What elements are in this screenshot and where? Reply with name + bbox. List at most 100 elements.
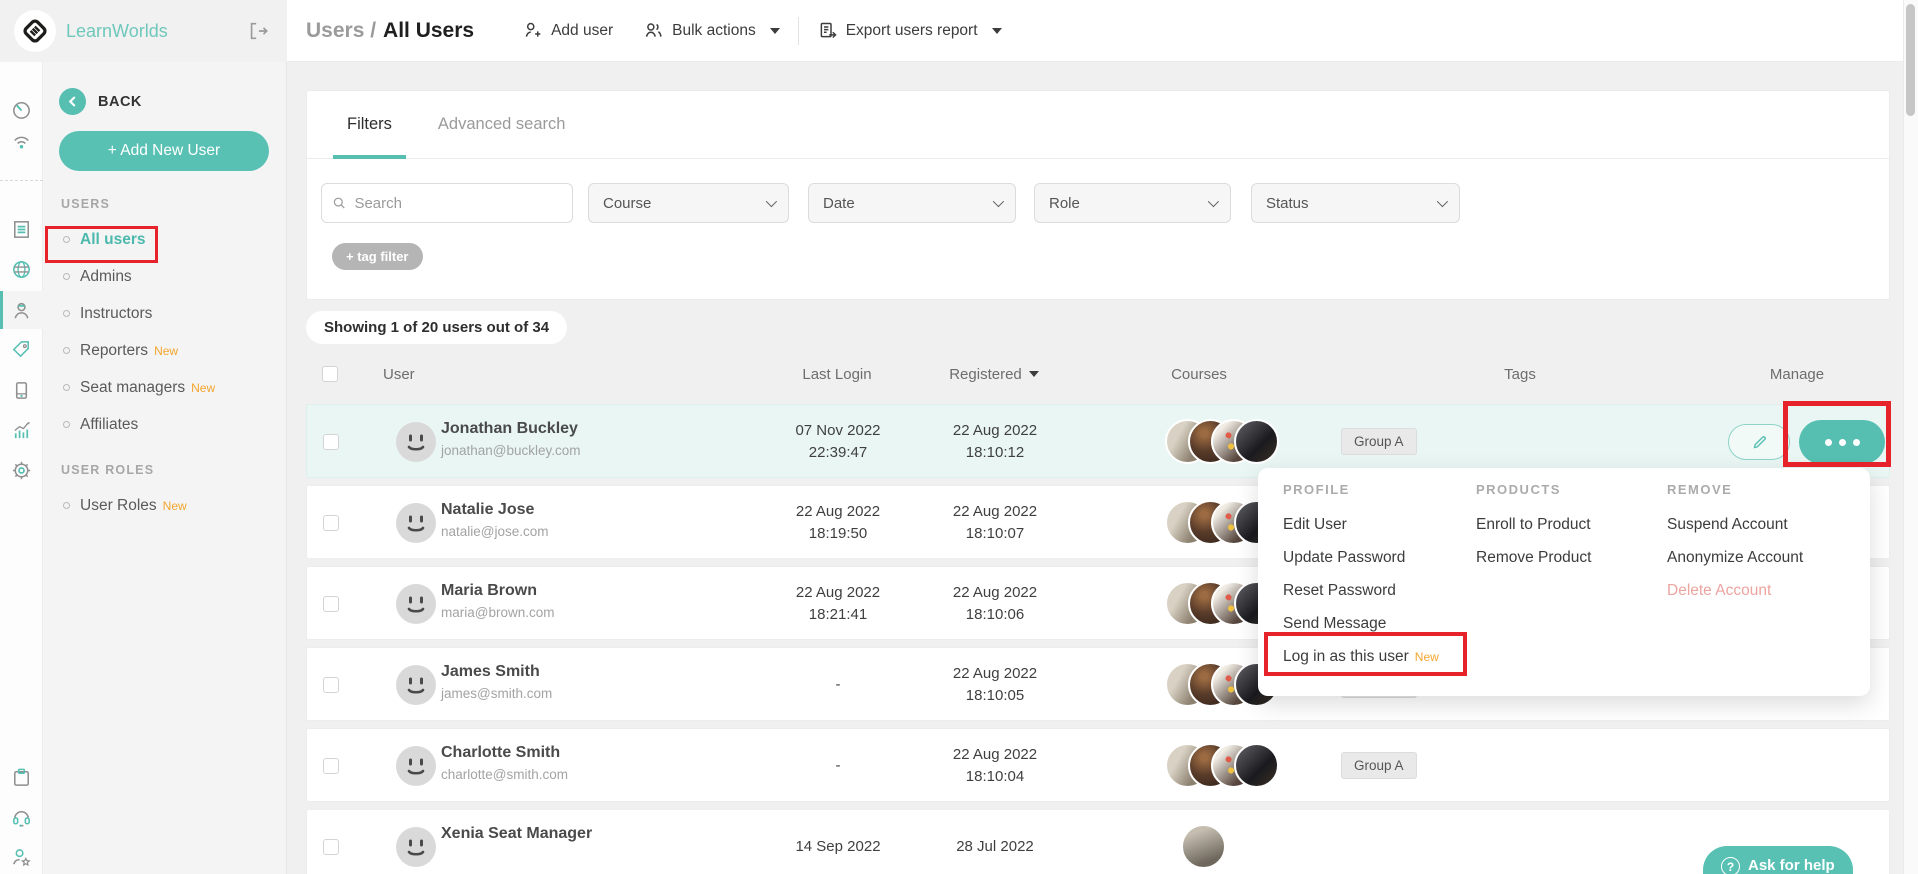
- user-name[interactable]: Charlotte Smith: [441, 744, 568, 762]
- icon-rail: [0, 62, 43, 874]
- add-user-button[interactable]: Add user: [522, 20, 613, 41]
- logout-icon[interactable]: [247, 20, 269, 42]
- course-thumbnails: [1165, 743, 1279, 788]
- role-dropdown[interactable]: Role: [1034, 183, 1231, 223]
- user-name[interactable]: Natalie Jose: [441, 501, 549, 519]
- scrollbar-thumb[interactable]: [1906, 4, 1915, 116]
- menu-section-products: PRODUCTS: [1476, 482, 1561, 497]
- header-courses: Courses: [1171, 365, 1227, 383]
- support-headset-icon[interactable]: [0, 798, 43, 836]
- bulk-actions-button[interactable]: Bulk actions: [643, 20, 780, 41]
- tags-icon[interactable]: [0, 330, 43, 368]
- bullet-icon: [63, 347, 70, 354]
- menu-item-suspend-account[interactable]: Suspend Account: [1667, 508, 1803, 541]
- sidebar-menu: BACK + Add New User USERS All users Admi…: [43, 62, 286, 874]
- toolbar-divider: [797, 16, 799, 45]
- broadcast-wifi-icon[interactable]: [0, 122, 43, 160]
- course-thumbnails: [1181, 824, 1226, 869]
- chevron-down-icon: [1436, 195, 1449, 208]
- menu-item-anonymize-account[interactable]: Anonymize Account: [1667, 541, 1803, 574]
- breadcrumb-section[interactable]: Users /: [306, 19, 376, 43]
- sidebar-item-user-roles[interactable]: User Roles New: [59, 487, 286, 524]
- date-dropdown[interactable]: Date: [808, 183, 1016, 223]
- pencil-icon: [1753, 435, 1766, 448]
- last-login-cell: 22 Aug 2022 18:19:50: [795, 503, 881, 542]
- menu-item-remove-product[interactable]: Remove Product: [1476, 541, 1591, 574]
- learnworlds-logo-icon[interactable]: [14, 10, 56, 52]
- menu-item-send-message[interactable]: Send Message: [1283, 607, 1439, 640]
- row-checkbox[interactable]: [323, 596, 339, 612]
- header-last-login[interactable]: Last Login: [747, 362, 927, 386]
- chevron-down-icon: [992, 195, 1005, 208]
- table-row[interactable]: Jonathan Buckley jonathan@buckley.com 07 …: [306, 404, 1890, 478]
- sidebar-item-affiliates[interactable]: Affiliates: [59, 406, 286, 443]
- table-row[interactable]: Charlotte Smith charlotte@smith.com - 22 …: [306, 728, 1890, 802]
- user-name[interactable]: Xenia Seat Manager: [441, 825, 592, 843]
- caret-down-icon: [991, 27, 1002, 34]
- sidebar-item-instructors[interactable]: Instructors: [59, 295, 286, 332]
- search-box[interactable]: [321, 183, 573, 223]
- registered-cell: 22 Aug 2022 18:10:04: [952, 746, 1038, 785]
- users-person-icon[interactable]: [0, 291, 43, 329]
- news-document-icon[interactable]: [0, 210, 43, 248]
- sidebar-item-reporters[interactable]: Reporters New: [59, 332, 286, 369]
- course-dropdown[interactable]: Course: [588, 183, 789, 223]
- header-user[interactable]: User: [383, 362, 415, 386]
- bullet-icon: [63, 310, 70, 317]
- analytics-chart-icon[interactable]: [0, 411, 43, 449]
- row-checkbox[interactable]: [323, 758, 339, 774]
- user-name[interactable]: Jonathan Buckley: [441, 420, 581, 438]
- row-actions-button[interactable]: [1799, 420, 1885, 464]
- course-thumbnail: [1234, 419, 1279, 464]
- header-manage: Manage: [1769, 365, 1825, 383]
- new-badge: New: [154, 343, 179, 358]
- avatar: [396, 827, 436, 867]
- tag-filter-button[interactable]: + tag filter: [332, 243, 423, 270]
- bullet-icon: [63, 236, 70, 243]
- edit-user-button[interactable]: [1728, 424, 1790, 460]
- sidebar-item-all-users[interactable]: All users: [59, 221, 286, 258]
- filter-row: Course Date Role Status: [307, 183, 1889, 223]
- row-checkbox[interactable]: [323, 434, 339, 450]
- select-all-checkbox[interactable]: [322, 366, 338, 382]
- user-name[interactable]: James Smith: [441, 663, 552, 681]
- sidebar-item-seat-managers[interactable]: Seat managers New: [59, 369, 286, 406]
- menu-item-reset-password[interactable]: Reset Password: [1283, 574, 1439, 607]
- my-account-clipboard-icon[interactable]: [0, 758, 43, 796]
- menu-item-enroll-to-product[interactable]: Enroll to Product: [1476, 508, 1591, 541]
- search-input[interactable]: [354, 194, 562, 212]
- row-actions-menu: PROFILE Edit User Update Password Reset …: [1258, 468, 1870, 696]
- globe-site-icon[interactable]: [0, 250, 43, 288]
- row-checkbox[interactable]: [323, 839, 339, 855]
- header-registered[interactable]: Registered: [904, 362, 1084, 386]
- question-mark-icon: ?: [1721, 857, 1740, 874]
- main-content: Filters Advanced search Course Date Role…: [287, 62, 1918, 874]
- scrollbar-track[interactable]: [1903, 0, 1918, 874]
- row-checkbox[interactable]: [323, 515, 339, 531]
- mobile-app-icon[interactable]: [0, 371, 43, 409]
- menu-item-update-password[interactable]: Update Password: [1283, 541, 1439, 574]
- tab-advanced-search[interactable]: Advanced search: [438, 91, 566, 159]
- become-expert-icon[interactable]: [0, 838, 43, 874]
- add-new-user-button[interactable]: + Add New User: [59, 131, 269, 171]
- export-users-report-button[interactable]: Export users report: [817, 20, 1002, 41]
- ask-for-help-button[interactable]: ? Ask for help: [1703, 846, 1853, 874]
- status-dropdown[interactable]: Status: [1251, 183, 1460, 223]
- avatar: [396, 746, 436, 786]
- topbar: Users / All Users Add user Bulk actions …: [287, 0, 1918, 62]
- sidebar-item-admins[interactable]: Admins: [59, 258, 286, 295]
- tab-filters[interactable]: Filters: [333, 91, 406, 159]
- results-summary: Showing 1 of 20 users out of 34: [306, 311, 568, 344]
- bullet-icon: [63, 384, 70, 391]
- menu-item-edit-user[interactable]: Edit User: [1283, 508, 1439, 541]
- settings-gear-icon[interactable]: [0, 451, 43, 489]
- menu-item-delete-account[interactable]: Delete Account: [1667, 574, 1803, 607]
- row-checkbox[interactable]: [323, 677, 339, 693]
- rail-divider: [0, 180, 43, 181]
- table-row[interactable]: Xenia Seat Manager 14 Sep 2022 28 Jul 20…: [306, 809, 1890, 874]
- menu-item-log-in-as-this-user[interactable]: Log in as this user New: [1283, 640, 1439, 673]
- user-name[interactable]: Maria Brown: [441, 582, 554, 600]
- user-email: james@smith.com: [441, 686, 553, 701]
- chevron-down-icon: [765, 195, 778, 208]
- back-button[interactable]: BACK: [59, 88, 286, 115]
